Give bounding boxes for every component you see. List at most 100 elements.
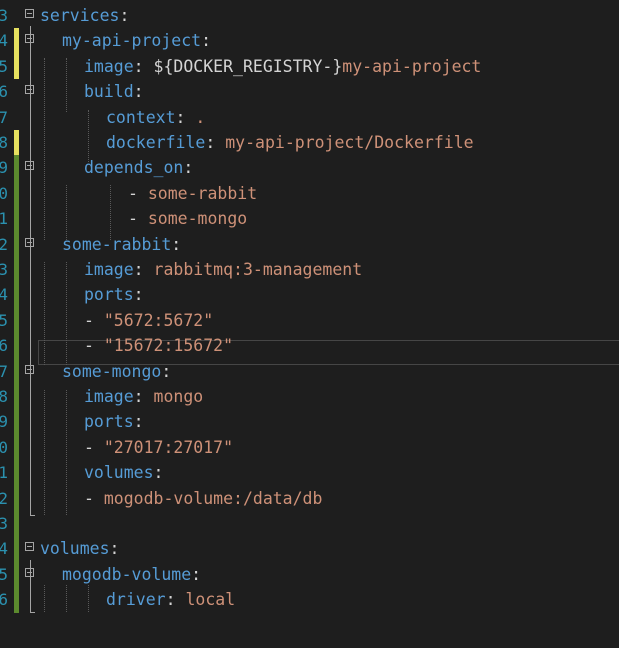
fold-region-end: [30, 515, 35, 516]
code-line[interactable]: 1 - some-mongo: [0, 206, 619, 232]
yaml-value: my-api-project/Dockerfile: [225, 133, 474, 152]
line-number: 2: [0, 488, 8, 508]
code-line[interactable]: 6 build:: [0, 79, 619, 104]
yaml-value: "27017:27017": [103, 437, 234, 457]
yaml-value: local: [185, 590, 236, 610]
yaml-punctuation: :: [133, 56, 154, 76]
code-line[interactable]: 5 - "5672:5672": [0, 307, 619, 334]
change-marker: [14, 130, 19, 156]
yaml-key: some-rabbit: [62, 234, 172, 254]
code-line[interactable]: 4 my-api-project:: [0, 28, 619, 54]
indent-guide: [44, 58, 45, 240]
code-text: build:: [84, 79, 144, 104]
code-line[interactable]: 3 image: rabbitmq:3-management: [0, 257, 619, 283]
line-number: 2: [0, 234, 8, 254]
change-marker: [14, 155, 19, 181]
code-line[interactable]: 1 volumes:: [0, 460, 619, 486]
code-line[interactable]: 3 services:: [0, 3, 619, 28]
yaml-punctuation: :: [191, 564, 202, 584]
code-text: my-api-project:: [62, 28, 211, 53]
indent-guide: [88, 585, 89, 612]
change-marker: [14, 333, 19, 359]
code-text: depends_on:: [84, 155, 193, 180]
fold-region-end: [30, 612, 35, 613]
change-marker: [14, 485, 19, 511]
change-marker: [14, 434, 19, 461]
line-number: 4: [0, 285, 8, 305]
code-line[interactable]: 5 image: ${DOCKER_REGISTRY-}my-api-projec…: [0, 53, 619, 80]
change-marker: [14, 282, 19, 308]
code-line[interactable]: 4 volumes:: [0, 536, 619, 562]
code-line[interactable]: 3: [0, 511, 619, 537]
code-text: services:: [40, 3, 129, 28]
code-text: - "27017:27017": [84, 435, 233, 460]
yaml-key: image: [84, 260, 134, 279]
code-text: - some-rabbit: [128, 181, 257, 206]
yaml-punctuation: -: [84, 336, 104, 356]
change-marker: [14, 358, 19, 384]
yaml-punctuation: :: [133, 285, 144, 305]
code-line[interactable]: 2 - mogodb-volume:/data/db: [0, 485, 619, 511]
code-line[interactable]: 4 ports:: [0, 282, 619, 308]
code-line[interactable]: 7 some-mongo:: [0, 358, 619, 384]
change-marker: [14, 587, 19, 613]
code-line[interactable]: 9 depends_on:: [0, 155, 619, 181]
yaml-value: "5672:5672": [103, 310, 214, 330]
indent-guide: [66, 390, 67, 515]
code-line[interactable]: 0 - "27017:27017": [0, 434, 619, 461]
code-editor[interactable]: 3 services: 4 my-api-project: 5 image: ${DOCK…: [0, 0, 619, 648]
indent-guide: [110, 185, 111, 240]
change-marker: [14, 231, 19, 257]
line-number: 0: [0, 183, 8, 203]
code-line[interactable]: 6 - "15672:15672": [0, 333, 619, 359]
yaml-key: dockerfile: [106, 133, 206, 152]
code-text: - some-mongo: [128, 206, 247, 231]
code-line[interactable]: 2 some-rabbit:: [0, 231, 619, 257]
collapse-icon[interactable]: [25, 9, 34, 18]
yaml-value: "15672:15672": [103, 336, 234, 356]
yaml-punctuation: :: [165, 590, 186, 610]
yaml-punctuation: ${DOCKER_REGISTRY-}: [153, 56, 343, 76]
code-line[interactable]: 6 driver: local: [0, 587, 619, 613]
fold-region-line: [30, 560, 31, 612]
yaml-value: mongo: [153, 387, 204, 406]
yaml-key: build: [84, 82, 134, 102]
yaml-key: driver: [106, 590, 166, 610]
line-number: 7: [0, 107, 8, 127]
change-marker: [14, 307, 19, 334]
code-text: ports:: [84, 282, 144, 307]
indent-guide: [66, 262, 67, 365]
line-number: 7: [0, 361, 8, 381]
code-text: volumes:: [84, 460, 163, 485]
indent-guide: [44, 585, 45, 612]
code-line[interactable]: 0 - some-rabbit: [0, 180, 619, 207]
code-line[interactable]: 7 context: .: [0, 105, 619, 130]
change-marker: [14, 257, 19, 283]
yaml-value: .: [195, 107, 206, 127]
line-number: 6: [0, 590, 8, 610]
code-text: - "5672:5672": [84, 308, 213, 333]
yaml-key: image: [84, 56, 134, 76]
line-number: 1: [0, 463, 8, 483]
fold-region-line: [30, 26, 31, 515]
indent-guide: [66, 185, 67, 240]
yaml-value: my-api-project: [342, 56, 482, 76]
code-text: image: rabbitmq:3-management: [84, 257, 362, 282]
yaml-value: some-mongo: [147, 209, 248, 229]
code-line[interactable]: 5 mogodb-volume:: [0, 561, 619, 588]
indent-guide: [88, 110, 89, 162]
change-marker: [14, 536, 19, 562]
code-line[interactable]: 8 dockerfile: my-api-project/Dockerfile: [0, 130, 619, 156]
code-line[interactable]: 9 ports:: [0, 409, 619, 435]
code-line[interactable]: 8 image: mongo: [0, 384, 619, 410]
yaml-key: mogodb-volume: [62, 564, 192, 584]
change-marker: [14, 180, 19, 207]
yaml-key: volumes: [84, 463, 154, 483]
indent-guide: [44, 262, 45, 365]
yaml-key: some-mongo: [62, 361, 162, 381]
indent-guide: [44, 390, 45, 515]
collapse-icon[interactable]: [25, 542, 34, 552]
code-text: dockerfile: my-api-project/Dockerfile: [106, 130, 474, 155]
yaml-punctuation: :: [119, 6, 130, 25]
change-marker: [14, 28, 19, 54]
